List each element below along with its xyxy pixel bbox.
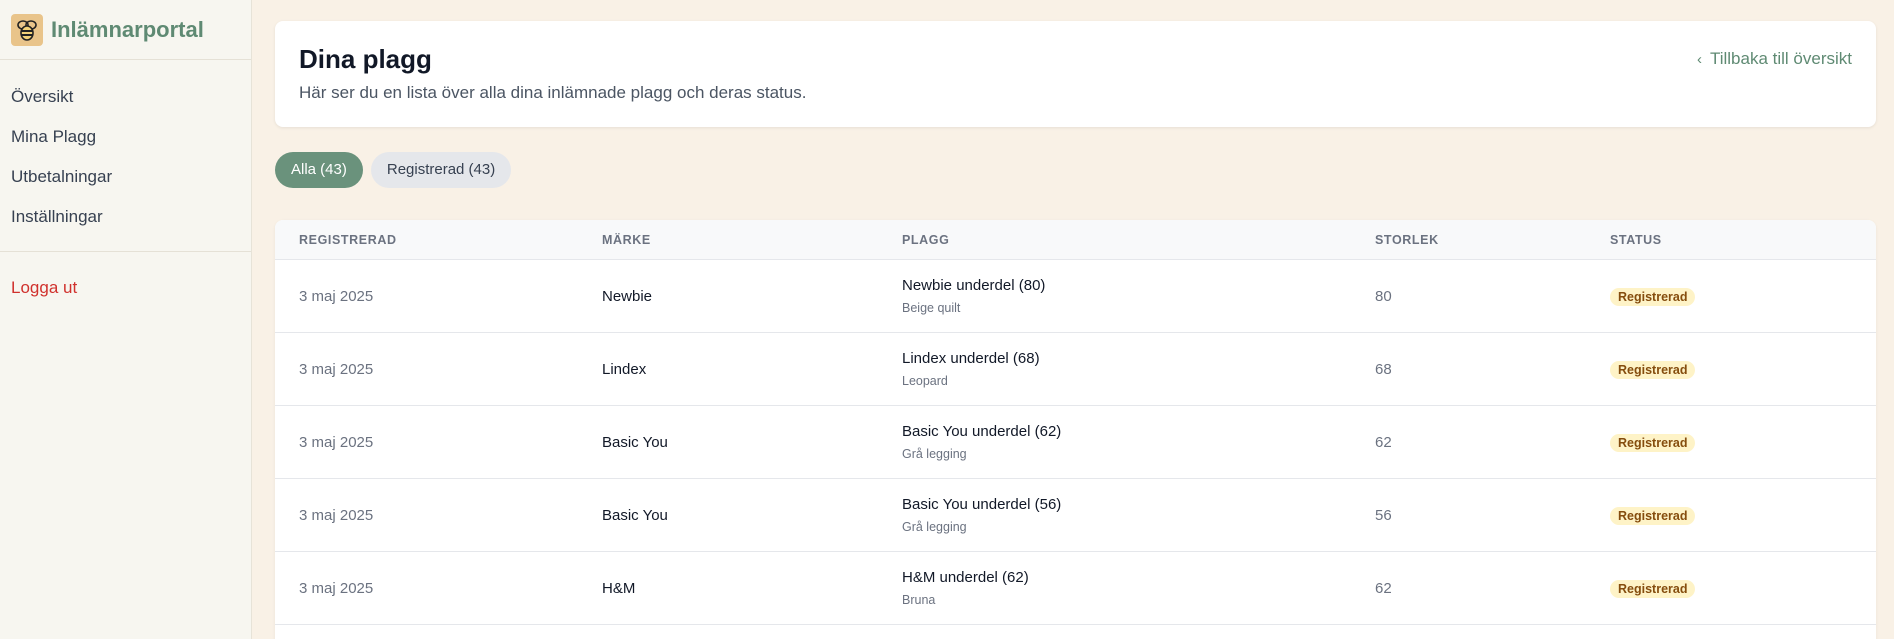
- column-header-marke[interactable]: Märke: [602, 233, 651, 247]
- cell-size: 68: [1375, 361, 1392, 378]
- status-badge: Registrerad: [1610, 288, 1696, 306]
- back-link-label: Tillbaka till översikt: [1709, 49, 1852, 68]
- column-header-status[interactable]: Status: [1610, 233, 1662, 247]
- chevron-left-icon: ‹: [1696, 50, 1702, 68]
- brand[interactable]: Inlämnarportal: [0, 0, 251, 60]
- column-header-registrerad[interactable]: Registrerad: [299, 233, 397, 247]
- page-subtitle: Här ser du en lista över alla dina inläm…: [299, 83, 807, 102]
- cell-item-description: Leopard: [902, 374, 948, 388]
- cell-item: Basic You underdel (56): [902, 496, 1062, 513]
- cell-item: H&M underdel (62): [902, 569, 1029, 586]
- garments-table: Registrerad Märke Plagg Storlek Status 3…: [275, 220, 1876, 639]
- cell-size: 80: [1375, 288, 1392, 305]
- sidebar-item-utbetalningar[interactable]: Utbetalningar: [0, 157, 251, 197]
- column-header-plagg[interactable]: Plagg: [902, 233, 949, 247]
- cell-item: Lindex underdel (68): [902, 350, 1040, 367]
- cell-brand: Basic You: [602, 434, 668, 451]
- sidebar: Inlämnarportal Översikt Mina Plagg Utbet…: [0, 0, 252, 639]
- table-row[interactable]: 3 maj 2025 H&M H&M underdel (62) Bruna 6…: [275, 552, 1876, 625]
- cell-item: Basic You underdel (62): [902, 423, 1062, 440]
- cell-item-description: Beige quilt: [902, 301, 961, 315]
- logout-button[interactable]: Logga ut: [0, 278, 251, 298]
- cell-item-description: Grå legging: [902, 447, 967, 461]
- bee-icon: [11, 13, 43, 46]
- status-badge: Registrerad: [1610, 580, 1696, 598]
- back-to-overview-link[interactable]: ‹ Tillbaka till översikt: [1697, 49, 1852, 69]
- cell-date: 3 maj 2025: [299, 434, 374, 451]
- cell-item: Newbie underdel (80): [902, 277, 1046, 294]
- status-badge: Registrerad: [1610, 434, 1696, 452]
- table-row[interactable]: 3 maj 2025 Basic You Basic You underdel …: [275, 479, 1876, 552]
- table-row[interactable]: 3 maj 2025 Lindex Lindex underdel (68) L…: [275, 333, 1876, 406]
- status-badge: Registrerad: [1610, 507, 1696, 525]
- sidebar-divider: [0, 251, 251, 252]
- table-header: Registrerad Märke Plagg Storlek Status: [275, 220, 1876, 260]
- cell-item-description: Bruna: [902, 593, 936, 607]
- cell-date: 3 maj 2025: [299, 288, 374, 305]
- status-filter-tabs: Alla (43) Registrerad (43): [275, 152, 519, 188]
- table-row[interactable]: 3 maj 2025 Newbie Newbie underdel (80) B…: [275, 260, 1876, 333]
- cell-brand: Basic You: [602, 507, 668, 524]
- cell-date: 3 maj 2025: [299, 361, 374, 378]
- table-row[interactable]: 3 maj 2025 Basic You Basic You underdel …: [275, 406, 1876, 479]
- cell-brand: Lindex: [602, 361, 647, 378]
- cell-item-description: Grå legging: [902, 520, 967, 534]
- cell-size: 62: [1375, 434, 1392, 451]
- page-header: Dina plagg Här ser du en lista över alla…: [275, 21, 1876, 127]
- brand-title: Inlämnarportal: [51, 16, 204, 42]
- filter-all[interactable]: Alla (43): [275, 152, 363, 188]
- cell-date: 3 maj 2025: [299, 507, 374, 524]
- status-badge: Registrerad: [1610, 361, 1696, 379]
- cell-size: 56: [1375, 507, 1392, 524]
- cell-brand: Newbie: [602, 288, 653, 305]
- sidebar-item-installningar[interactable]: Inställningar: [0, 197, 251, 237]
- cell-date: 3 maj 2025: [299, 580, 374, 597]
- cell-brand: H&M: [602, 580, 636, 597]
- page-title: Dina plagg: [299, 44, 432, 74]
- sidebar-item-mina-plagg[interactable]: Mina Plagg: [0, 117, 251, 157]
- sidebar-item-oversikt[interactable]: Översikt: [0, 77, 251, 117]
- sidebar-nav: Översikt Mina Plagg Utbetalningar Instäl…: [0, 60, 251, 237]
- cell-size: 62: [1375, 580, 1392, 597]
- column-header-storlek[interactable]: Storlek: [1375, 233, 1439, 247]
- filter-registrerad[interactable]: Registrerad (43): [370, 152, 512, 188]
